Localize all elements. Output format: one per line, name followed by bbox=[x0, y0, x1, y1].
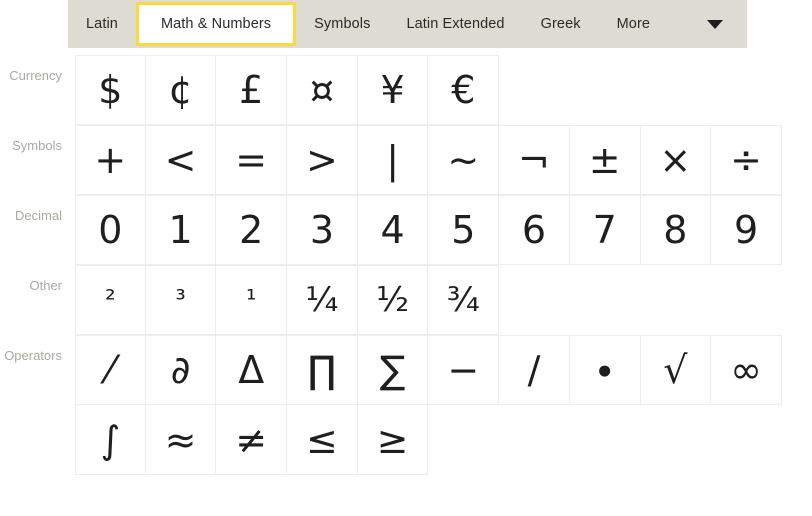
glyph-cell[interactable]: ≥ bbox=[357, 405, 429, 475]
glyph-cell[interactable]: ≈ bbox=[145, 405, 217, 475]
glyph-cell[interactable]: 5 bbox=[428, 195, 500, 265]
glyph-cell[interactable]: 0 bbox=[75, 195, 146, 265]
section-label: Decimal bbox=[15, 208, 62, 223]
glyph-cell[interactable]: 3 bbox=[287, 195, 358, 265]
section-label: Operators bbox=[4, 348, 62, 363]
glyph-section: Symbols + < = > | ~ ¬ ± × ÷ bbox=[0, 125, 812, 195]
glyph-cell[interactable]: > bbox=[287, 125, 358, 195]
glyph-cell[interactable]: ∂ bbox=[145, 335, 217, 405]
glyph-cell[interactable]: ∞ bbox=[711, 335, 782, 405]
glyph-row: $ ¢ £ ¤ ¥ € bbox=[75, 55, 500, 125]
glyph-cell[interactable]: ≤ bbox=[287, 405, 358, 475]
glyph-cell[interactable]: − bbox=[428, 335, 500, 405]
category-tabbar: Latin Math & Numbers Symbols Latin Extended… bbox=[68, 0, 747, 48]
glyph-cell[interactable]: ¬ bbox=[499, 125, 570, 195]
glyph-cell[interactable]: ~ bbox=[428, 125, 500, 195]
glyph-cell[interactable]: + bbox=[75, 125, 146, 195]
tab-more[interactable]: More bbox=[599, 0, 668, 48]
glyph-row: ²³¹¼½¾ bbox=[75, 265, 500, 335]
glyph-cell[interactable]: | bbox=[357, 125, 429, 195]
glyph-section: Other ² ³ ¹ ¼ ½ ¾ bbox=[0, 265, 812, 335]
glyph-row: + < = > | ~ ¬ ± × ÷ bbox=[75, 125, 782, 195]
glyph-cell[interactable]: Δ bbox=[216, 335, 288, 405]
glyph-cell[interactable]: € bbox=[428, 55, 500, 125]
glyph-cell[interactable]: < bbox=[145, 125, 217, 195]
glyph-cell[interactable]: √ bbox=[640, 335, 712, 405]
glyph-cell[interactable]: × bbox=[640, 125, 712, 195]
glyph-grid: $ ¢ £ ¤ ¥ € bbox=[75, 55, 500, 125]
glyph-row: ⁄ ∂ Δ ∏ ∑ − ∕ ∙ √ ∞ bbox=[75, 335, 782, 405]
glyph-section: Operators ⁄ ∂ Δ ∏ ∑ − ∕ ∙ √ ∞ ∫ ≈ ≠ ≤ ≥ bbox=[0, 335, 812, 475]
glyph-cell[interactable]: 1 bbox=[145, 195, 217, 265]
tab-math-numbers[interactable]: Math & Numbers bbox=[135, 2, 297, 46]
glyph-cell[interactable]: ¾ bbox=[428, 265, 500, 335]
glyph-cell[interactable]: £ bbox=[216, 55, 288, 125]
tab-latin-extended[interactable]: Latin Extended bbox=[388, 0, 522, 48]
glyph-cell[interactable]: ± bbox=[569, 125, 641, 195]
glyph-grid: 0123456789 bbox=[75, 195, 782, 265]
glyph-cell[interactable]: ∏ bbox=[287, 335, 358, 405]
glyph-cell[interactable]: ¼ bbox=[287, 265, 358, 335]
glyph-cell[interactable]: 4 bbox=[357, 195, 429, 265]
glyph-cell[interactable]: ⁄ bbox=[75, 335, 146, 405]
glyph-cell[interactable]: ½ bbox=[357, 265, 429, 335]
tab-latin[interactable]: Latin bbox=[68, 0, 136, 48]
glyph-cell[interactable]: ² bbox=[75, 265, 146, 335]
glyph-grid: + < = > | ~ ¬ ± × ÷ bbox=[75, 125, 782, 195]
glyph-grid: ²³¹¼½¾ bbox=[75, 265, 500, 335]
glyph-cell[interactable]: ³ bbox=[145, 265, 217, 335]
glyph-section: Currency $ ¢ £ ¤ ¥ € bbox=[0, 55, 812, 125]
glyph-cell[interactable]: 9 bbox=[711, 195, 782, 265]
glyph-cell[interactable]: ≠ bbox=[216, 405, 288, 475]
glyph-row: 0123456789 bbox=[75, 195, 782, 265]
glyph-cell[interactable]: ¥ bbox=[357, 55, 429, 125]
glyph-cell[interactable]: = bbox=[216, 125, 288, 195]
glyph-section: Decimal 0 1 2 3 4 5 6 7 8 9 bbox=[0, 195, 812, 265]
glyph-cell[interactable]: 8 bbox=[640, 195, 712, 265]
tabbar-more-dropdown-button[interactable] bbox=[683, 0, 747, 48]
section-label: Currency bbox=[9, 68, 62, 83]
glyph-cell[interactable]: ¤ bbox=[287, 55, 358, 125]
glyph-cell[interactable]: 2 bbox=[216, 195, 288, 265]
glyph-grid: ⁄ ∂ Δ ∏ ∑ − ∕ ∙ √ ∞ ∫ ≈ ≠ ≤ ≥ bbox=[75, 335, 782, 475]
glyph-cell[interactable]: 7 bbox=[569, 195, 641, 265]
glyph-sections: Currency $ ¢ £ ¤ ¥ € Symbols + < = > | ~ ¬ ± × ÷ Decimal 0 1… bbox=[0, 55, 812, 475]
section-label: Other bbox=[29, 278, 62, 293]
glyph-row: ∫ ≈ ≠ ≤ ≥ bbox=[75, 405, 782, 475]
glyph-cell[interactable]: ¢ bbox=[145, 55, 217, 125]
glyph-cell[interactable]: ∕ bbox=[499, 335, 570, 405]
glyph-cell[interactable]: ∑ bbox=[357, 335, 429, 405]
glyph-cell[interactable]: ∙ bbox=[569, 335, 641, 405]
section-label: Symbols bbox=[12, 138, 62, 153]
glyph-cell[interactable]: ÷ bbox=[711, 125, 782, 195]
glyph-cell[interactable]: ∫ bbox=[75, 405, 146, 475]
glyph-cell[interactable]: ¹ bbox=[216, 265, 288, 335]
chevron-down-icon bbox=[707, 19, 723, 29]
glyph-cell[interactable]: 6 bbox=[499, 195, 570, 265]
tab-greek[interactable]: Greek bbox=[523, 0, 599, 48]
glyph-cell[interactable]: $ bbox=[75, 55, 146, 125]
tab-symbols[interactable]: Symbols bbox=[296, 0, 388, 48]
